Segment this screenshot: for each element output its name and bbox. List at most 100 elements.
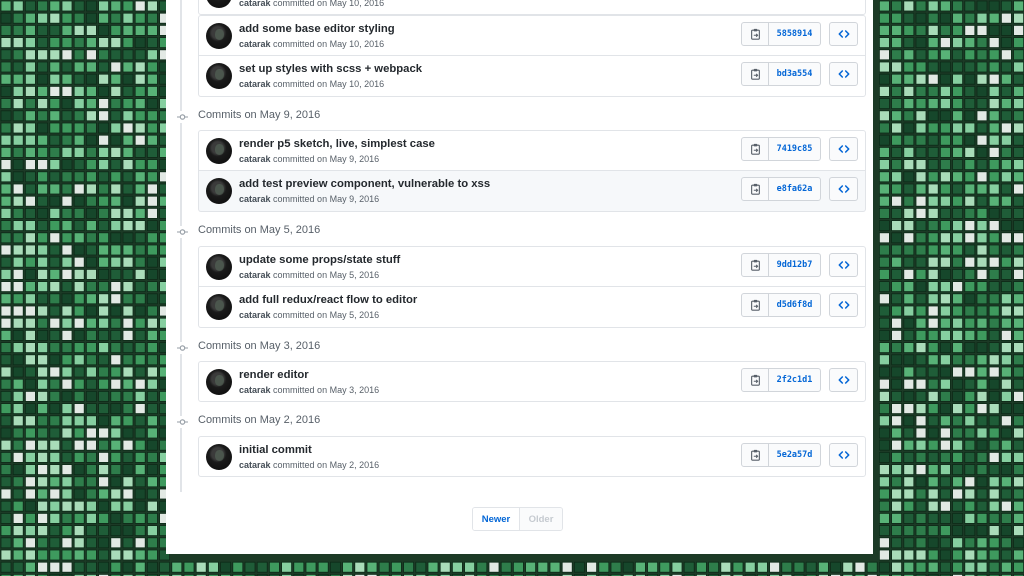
commit-sha-link[interactable]: 5e2a57d — [769, 444, 820, 466]
grid-cell — [73, 134, 85, 146]
grid-cell — [879, 61, 890, 73]
grid-cell — [891, 513, 902, 524]
commit-message[interactable]: set up styles with scss + webpack — [239, 63, 422, 75]
grid-cell — [122, 476, 134, 488]
grid-cell — [86, 403, 97, 415]
avatar[interactable] — [206, 254, 232, 280]
commit-row-partial[interactable]: catarak committed on May 10, 2016 — [198, 0, 866, 15]
commit-message[interactable]: update some props/state stuff — [239, 254, 400, 266]
copy-sha-button[interactable] — [742, 138, 769, 160]
grid-cell — [12, 110, 24, 122]
grid-cell — [988, 378, 1000, 390]
grid-cell — [976, 49, 988, 61]
commit-author[interactable]: catarak — [239, 79, 271, 89]
commit-message[interactable]: add full redux/react flow to editor — [239, 294, 417, 306]
grid-cell — [61, 293, 73, 305]
grid-cell — [37, 525, 48, 536]
grid-cell — [12, 146, 24, 158]
newer-button[interactable]: Newer — [473, 508, 520, 530]
grid-cell — [976, 232, 988, 244]
browse-repo-button[interactable] — [829, 443, 858, 467]
commit-sha-link[interactable]: 9dd12b7 — [769, 254, 820, 276]
avatar[interactable] — [206, 294, 232, 320]
grid-cell — [903, 390, 915, 402]
grid-cell — [37, 0, 48, 12]
grid-cell — [61, 342, 73, 354]
avatar[interactable] — [206, 23, 232, 49]
grid-cell — [146, 146, 158, 158]
commit-sha-link[interactable]: bd3a554 — [769, 63, 820, 85]
avatar[interactable] — [206, 444, 232, 470]
avatar[interactable] — [206, 138, 232, 164]
commit-row[interactable]: update some props/state stuff catarak com… — [198, 246, 866, 287]
commit-author[interactable]: catarak — [239, 310, 271, 320]
grid-cell — [952, 49, 963, 61]
commit-verb: committed on — [273, 310, 328, 320]
commit-sha-link[interactable]: 2f2c1d1 — [769, 369, 820, 391]
browse-repo-button[interactable] — [829, 62, 858, 86]
grid-cell — [940, 159, 951, 171]
grid-cell — [891, 171, 902, 183]
commit-author[interactable]: catarak — [239, 0, 271, 8]
avatar[interactable] — [206, 178, 232, 204]
browse-repo-button[interactable] — [829, 22, 858, 46]
commit-row[interactable]: render editor catarak committed on May 3,… — [198, 361, 866, 402]
grid-cell — [24, 281, 36, 293]
browse-repo-button[interactable] — [829, 253, 858, 277]
commit-message[interactable]: add test preview component, vulnerable t… — [239, 178, 490, 190]
commit-author[interactable]: catarak — [239, 154, 271, 164]
copy-sha-button[interactable] — [742, 178, 769, 200]
commit-author[interactable]: catarak — [239, 385, 271, 395]
browse-repo-button[interactable] — [829, 137, 858, 161]
commit-author[interactable]: catarak — [239, 39, 271, 49]
copy-sha-button[interactable] — [742, 254, 769, 276]
grid-cell — [122, 86, 134, 97]
commit-message[interactable]: add some base editor styling — [239, 23, 395, 35]
avatar[interactable] — [206, 0, 232, 8]
grid-cell — [12, 439, 24, 451]
copy-sha-button[interactable] — [742, 444, 769, 466]
commit-sha-link[interactable]: d5d6f8d — [769, 294, 820, 316]
commit-author[interactable]: catarak — [239, 194, 271, 204]
avatar[interactable] — [206, 369, 232, 395]
commit-message[interactable]: render p5 sketch, live, simplest case — [239, 138, 435, 150]
grid-cell — [73, 244, 85, 256]
grid-cell — [24, 549, 36, 561]
commit-row[interactable]: initial commit catarak committed on May 2… — [198, 436, 866, 477]
copy-sha-button[interactable] — [742, 63, 769, 85]
commit-row[interactable]: add full redux/react flow to editor catar… — [198, 287, 866, 328]
grid-cell — [0, 525, 12, 536]
grid-cell — [110, 329, 122, 341]
grid-cell — [952, 24, 963, 36]
commit-author[interactable]: catarak — [239, 270, 271, 280]
avatar[interactable] — [206, 63, 232, 89]
grid-cell — [37, 390, 48, 402]
grid-cell — [12, 390, 24, 402]
grid-cell — [98, 49, 109, 61]
copy-sha-button[interactable] — [742, 23, 769, 45]
commit-message[interactable]: render editor — [239, 369, 309, 381]
commit-sha-link[interactable]: 5858914 — [769, 23, 820, 45]
grid-cell — [903, 464, 915, 476]
grid-cell — [12, 451, 24, 463]
grid-cell — [12, 86, 24, 97]
commit-row[interactable]: add some base editor styling catarak comm… — [198, 15, 866, 56]
copy-sha-button[interactable] — [742, 294, 769, 316]
grid-cell — [98, 207, 109, 219]
commit-row[interactable]: add test preview component, vulnerable t… — [198, 171, 866, 212]
commit-message[interactable]: initial commit — [239, 444, 312, 456]
commit-author[interactable]: catarak — [239, 460, 271, 470]
browse-repo-button[interactable] — [829, 368, 858, 392]
commit-sha-link[interactable]: 7419c85 — [769, 138, 820, 160]
copy-sha-button[interactable] — [742, 369, 769, 391]
grid-cell — [891, 98, 902, 109]
grid-cell — [1013, 61, 1024, 73]
commit-sha-link[interactable]: e8fa62a — [769, 178, 820, 200]
commit-row[interactable]: set up styles with scss + webpack catarak… — [198, 56, 866, 97]
browse-repo-button[interactable] — [829, 177, 858, 201]
browse-repo-button[interactable] — [829, 293, 858, 317]
grid-cell — [1013, 12, 1024, 24]
grid-cell — [879, 561, 890, 573]
grid-cell — [61, 305, 73, 317]
commit-row[interactable]: render p5 sketch, live, simplest case cat… — [198, 130, 866, 171]
